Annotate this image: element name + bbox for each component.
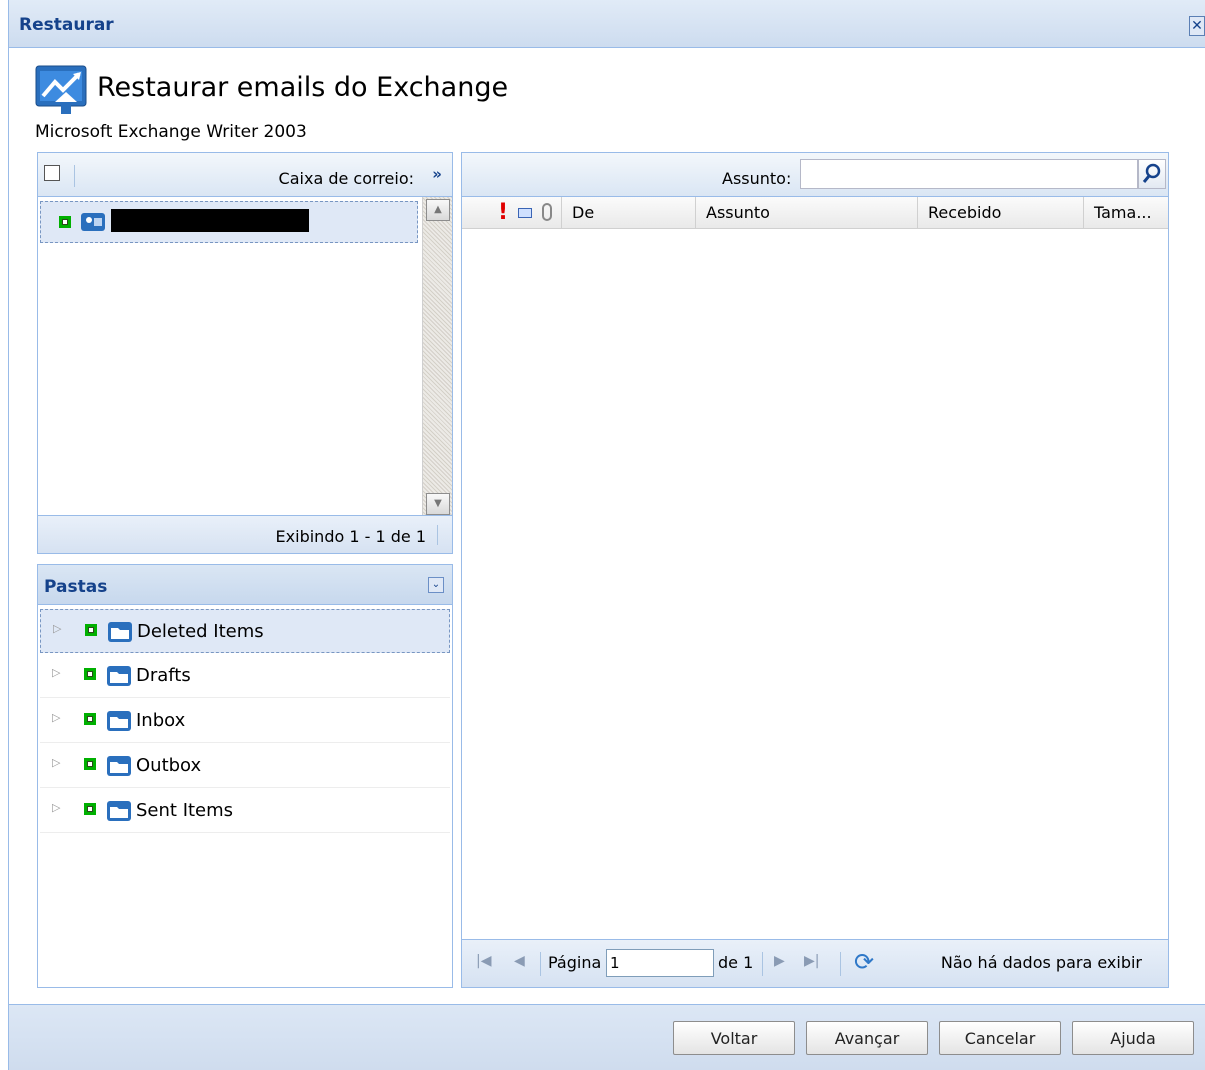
folder-checkbox[interactable] [84, 803, 96, 815]
title-bar: Restaurar ✕ [9, 0, 1205, 48]
column-size[interactable]: Tama... [1084, 197, 1168, 229]
expand-triangle-icon[interactable]: ▷ [52, 711, 60, 724]
toolbar-separator [74, 165, 75, 187]
attachment-icon[interactable] [542, 203, 552, 221]
folder-icon [107, 666, 131, 686]
page-label: Página [548, 953, 602, 972]
icon-columns: ! [462, 197, 562, 229]
subject-search-label: Assunto: [722, 169, 792, 188]
page-number-input[interactable] [606, 949, 714, 977]
folder-item-inbox[interactable]: ▷ Inbox [40, 699, 450, 743]
footer-separator [437, 525, 438, 545]
folder-label: Drafts [136, 665, 191, 686]
scroll-up-button[interactable]: ▲ [426, 199, 450, 221]
search-icon [1142, 163, 1161, 183]
refresh-icon[interactable]: ⟳ [854, 948, 878, 976]
importance-icon[interactable]: ! [498, 197, 508, 229]
column-received[interactable]: Recebido [918, 197, 1084, 229]
mailbox-list: ▲ ▼ [38, 197, 452, 517]
first-page-icon[interactable]: |◀ [476, 953, 491, 969]
message-grid-header: ! De Assunto Recebido Tama... [462, 197, 1168, 229]
envelope-icon[interactable] [518, 208, 532, 218]
folder-icon [107, 756, 131, 776]
dialog-title: Restaurar [19, 15, 114, 35]
pager-separator [840, 952, 841, 976]
folder-icon [107, 801, 131, 821]
mailbox-scrollbar[interactable]: ▲ ▼ [422, 197, 452, 517]
folder-icon [107, 711, 131, 731]
messages-panel: Assunto: ! De Assunto Recebido Tama... |… [461, 152, 1169, 988]
scroll-down-button[interactable]: ▼ [426, 493, 450, 515]
prev-page-icon[interactable]: ◀ [514, 953, 525, 969]
folder-icon [108, 622, 132, 642]
mailbox-checkbox[interactable] [59, 216, 71, 228]
paging-toolbar: |◀ ◀ Página de 1 ▶ ▶| ⟳ Não há dados par… [462, 939, 1168, 987]
writer-name: Microsoft Exchange Writer 2003 [35, 122, 307, 142]
folder-label: Inbox [136, 710, 186, 731]
folder-checkbox[interactable] [84, 713, 96, 725]
mailbox-panel: Caixa de correio: » ▲ ▼ Exibindo 1 - 1 d… [37, 152, 453, 554]
dialog-footer: Voltar Avançar Cancelar Ajuda [9, 1004, 1205, 1070]
mailbox-row[interactable] [40, 201, 418, 243]
column-from[interactable]: De [562, 197, 696, 229]
select-all-checkbox[interactable] [44, 165, 60, 181]
folder-label: Outbox [136, 755, 202, 776]
column-subject[interactable]: Assunto [696, 197, 918, 229]
folder-item-drafts[interactable]: ▷ Drafts [40, 654, 450, 698]
mailbox-label: Caixa de correio: [278, 169, 414, 188]
folder-checkbox[interactable] [84, 668, 96, 680]
expand-mailbox-button[interactable]: » [432, 165, 442, 183]
folder-checkbox[interactable] [85, 624, 97, 636]
folders-panel: Pastas ⌄ ▷ Deleted Items ▷ Drafts ▷ Inbo… [37, 564, 453, 988]
subject-search-input[interactable] [800, 159, 1138, 189]
message-grid-body [462, 229, 1168, 939]
cancel-button[interactable]: Cancelar [939, 1021, 1061, 1055]
page-title: Restaurar emails do Exchange [97, 72, 509, 103]
mailbox-paging-status: Exibindo 1 - 1 de 1 [275, 527, 426, 546]
folder-checkbox[interactable] [84, 758, 96, 770]
back-button[interactable]: Voltar [673, 1021, 795, 1055]
expand-triangle-icon[interactable]: ▷ [52, 666, 60, 679]
help-button[interactable]: Ajuda [1072, 1021, 1194, 1055]
search-button[interactable] [1138, 159, 1166, 189]
pager-separator [540, 952, 541, 976]
mailbox-user-icon [81, 213, 105, 231]
page-count: de 1 [718, 953, 754, 972]
redacted-mailbox-name [111, 209, 309, 232]
mailbox-toolbar: Caixa de correio: » [38, 153, 452, 197]
restore-dialog: Restaurar ✕ Restaurar emails do Exchange… [8, 0, 1205, 1070]
expand-triangle-icon[interactable]: ▷ [52, 801, 60, 814]
folder-item-deleted-items[interactable]: ▷ Deleted Items [40, 609, 450, 653]
exchange-restore-icon [35, 65, 87, 114]
close-button[interactable]: ✕ [1189, 16, 1205, 36]
folders-title: Pastas [44, 577, 108, 597]
last-page-icon[interactable]: ▶| [804, 953, 819, 969]
next-button[interactable]: Avançar [806, 1021, 928, 1055]
messages-toolbar: Assunto: [462, 153, 1168, 197]
pager-separator [762, 952, 763, 976]
folder-item-outbox[interactable]: ▷ Outbox [40, 744, 450, 788]
next-page-icon[interactable]: ▶ [774, 953, 785, 969]
folder-label: Sent Items [136, 800, 234, 821]
expand-triangle-icon[interactable]: ▷ [52, 756, 60, 769]
folder-label: Deleted Items [137, 621, 264, 642]
mailbox-footer: Exibindo 1 - 1 de 1 [38, 515, 452, 553]
no-data-message: Não há dados para exibir [940, 953, 1142, 972]
expand-triangle-icon[interactable]: ▷ [53, 622, 61, 635]
collapse-folders-button[interactable]: ⌄ [428, 577, 444, 593]
folder-item-sent-items[interactable]: ▷ Sent Items [40, 789, 450, 833]
folders-header: Pastas ⌄ [38, 565, 452, 605]
